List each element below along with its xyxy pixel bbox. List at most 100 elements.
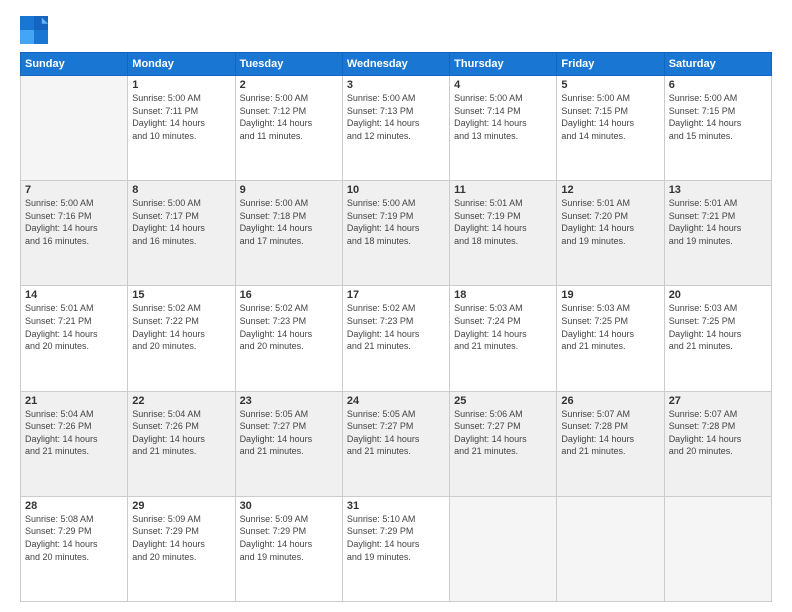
- day-info: Sunrise: 5:06 AMSunset: 7:27 PMDaylight:…: [454, 408, 552, 458]
- day-info: Sunrise: 5:09 AMSunset: 7:29 PMDaylight:…: [240, 513, 338, 563]
- day-number: 15: [132, 289, 230, 301]
- day-info: Sunrise: 5:03 AMSunset: 7:25 PMDaylight:…: [561, 302, 659, 352]
- weekday-sunday: Sunday: [21, 53, 128, 76]
- calendar-cell: 1Sunrise: 5:00 AMSunset: 7:11 PMDaylight…: [128, 76, 235, 181]
- day-number: 13: [669, 184, 767, 196]
- day-info: Sunrise: 5:00 AMSunset: 7:16 PMDaylight:…: [25, 197, 123, 247]
- day-number: 3: [347, 79, 445, 91]
- day-info: Sunrise: 5:01 AMSunset: 7:20 PMDaylight:…: [561, 197, 659, 247]
- week-row-0: 1Sunrise: 5:00 AMSunset: 7:11 PMDaylight…: [21, 76, 772, 181]
- day-number: 20: [669, 289, 767, 301]
- calendar-cell: 13Sunrise: 5:01 AMSunset: 7:21 PMDayligh…: [664, 181, 771, 286]
- week-row-4: 28Sunrise: 5:08 AMSunset: 7:29 PMDayligh…: [21, 496, 772, 601]
- calendar-cell: [664, 496, 771, 601]
- day-info: Sunrise: 5:07 AMSunset: 7:28 PMDaylight:…: [669, 408, 767, 458]
- weekday-header-row: SundayMondayTuesdayWednesdayThursdayFrid…: [21, 53, 772, 76]
- day-info: Sunrise: 5:05 AMSunset: 7:27 PMDaylight:…: [240, 408, 338, 458]
- calendar-cell: 30Sunrise: 5:09 AMSunset: 7:29 PMDayligh…: [235, 496, 342, 601]
- calendar-cell: 24Sunrise: 5:05 AMSunset: 7:27 PMDayligh…: [342, 391, 449, 496]
- day-info: Sunrise: 5:02 AMSunset: 7:23 PMDaylight:…: [240, 302, 338, 352]
- logo: [20, 16, 52, 44]
- calendar-cell: 11Sunrise: 5:01 AMSunset: 7:19 PMDayligh…: [450, 181, 557, 286]
- calendar-cell: 4Sunrise: 5:00 AMSunset: 7:14 PMDaylight…: [450, 76, 557, 181]
- calendar-cell: 26Sunrise: 5:07 AMSunset: 7:28 PMDayligh…: [557, 391, 664, 496]
- day-number: 2: [240, 79, 338, 91]
- calendar-cell: 7Sunrise: 5:00 AMSunset: 7:16 PMDaylight…: [21, 181, 128, 286]
- calendar-cell: 31Sunrise: 5:10 AMSunset: 7:29 PMDayligh…: [342, 496, 449, 601]
- calendar-cell: 3Sunrise: 5:00 AMSunset: 7:13 PMDaylight…: [342, 76, 449, 181]
- weekday-thursday: Thursday: [450, 53, 557, 76]
- day-number: 17: [347, 289, 445, 301]
- day-info: Sunrise: 5:04 AMSunset: 7:26 PMDaylight:…: [25, 408, 123, 458]
- weekday-friday: Friday: [557, 53, 664, 76]
- calendar-cell: 15Sunrise: 5:02 AMSunset: 7:22 PMDayligh…: [128, 286, 235, 391]
- weekday-monday: Monday: [128, 53, 235, 76]
- day-info: Sunrise: 5:02 AMSunset: 7:23 PMDaylight:…: [347, 302, 445, 352]
- day-info: Sunrise: 5:01 AMSunset: 7:21 PMDaylight:…: [25, 302, 123, 352]
- day-number: 26: [561, 395, 659, 407]
- day-info: Sunrise: 5:00 AMSunset: 7:14 PMDaylight:…: [454, 92, 552, 142]
- calendar-cell: 10Sunrise: 5:00 AMSunset: 7:19 PMDayligh…: [342, 181, 449, 286]
- day-info: Sunrise: 5:07 AMSunset: 7:28 PMDaylight:…: [561, 408, 659, 458]
- day-number: 19: [561, 289, 659, 301]
- day-number: 25: [454, 395, 552, 407]
- day-number: 29: [132, 500, 230, 512]
- day-number: 5: [561, 79, 659, 91]
- day-number: 7: [25, 184, 123, 196]
- day-info: Sunrise: 5:01 AMSunset: 7:19 PMDaylight:…: [454, 197, 552, 247]
- day-number: 24: [347, 395, 445, 407]
- day-info: Sunrise: 5:02 AMSunset: 7:22 PMDaylight:…: [132, 302, 230, 352]
- day-info: Sunrise: 5:00 AMSunset: 7:15 PMDaylight:…: [561, 92, 659, 142]
- calendar-cell: 20Sunrise: 5:03 AMSunset: 7:25 PMDayligh…: [664, 286, 771, 391]
- day-info: Sunrise: 5:00 AMSunset: 7:18 PMDaylight:…: [240, 197, 338, 247]
- day-number: 9: [240, 184, 338, 196]
- calendar-cell: 2Sunrise: 5:00 AMSunset: 7:12 PMDaylight…: [235, 76, 342, 181]
- day-number: 12: [561, 184, 659, 196]
- week-row-3: 21Sunrise: 5:04 AMSunset: 7:26 PMDayligh…: [21, 391, 772, 496]
- day-number: 21: [25, 395, 123, 407]
- day-info: Sunrise: 5:00 AMSunset: 7:17 PMDaylight:…: [132, 197, 230, 247]
- day-number: 8: [132, 184, 230, 196]
- calendar-cell: 6Sunrise: 5:00 AMSunset: 7:15 PMDaylight…: [664, 76, 771, 181]
- day-info: Sunrise: 5:03 AMSunset: 7:25 PMDaylight:…: [669, 302, 767, 352]
- day-number: 23: [240, 395, 338, 407]
- calendar-cell: 21Sunrise: 5:04 AMSunset: 7:26 PMDayligh…: [21, 391, 128, 496]
- calendar-cell: 16Sunrise: 5:02 AMSunset: 7:23 PMDayligh…: [235, 286, 342, 391]
- day-info: Sunrise: 5:05 AMSunset: 7:27 PMDaylight:…: [347, 408, 445, 458]
- day-info: Sunrise: 5:00 AMSunset: 7:12 PMDaylight:…: [240, 92, 338, 142]
- day-number: 30: [240, 500, 338, 512]
- day-info: Sunrise: 5:00 AMSunset: 7:19 PMDaylight:…: [347, 197, 445, 247]
- logo-icon: [20, 16, 48, 44]
- calendar-cell: 27Sunrise: 5:07 AMSunset: 7:28 PMDayligh…: [664, 391, 771, 496]
- day-number: 16: [240, 289, 338, 301]
- weekday-wednesday: Wednesday: [342, 53, 449, 76]
- day-number: 18: [454, 289, 552, 301]
- calendar-cell: 18Sunrise: 5:03 AMSunset: 7:24 PMDayligh…: [450, 286, 557, 391]
- day-info: Sunrise: 5:03 AMSunset: 7:24 PMDaylight:…: [454, 302, 552, 352]
- day-info: Sunrise: 5:00 AMSunset: 7:15 PMDaylight:…: [669, 92, 767, 142]
- day-number: 31: [347, 500, 445, 512]
- day-number: 10: [347, 184, 445, 196]
- day-number: 28: [25, 500, 123, 512]
- calendar-table: SundayMondayTuesdayWednesdayThursdayFrid…: [20, 52, 772, 602]
- day-info: Sunrise: 5:04 AMSunset: 7:26 PMDaylight:…: [132, 408, 230, 458]
- week-row-2: 14Sunrise: 5:01 AMSunset: 7:21 PMDayligh…: [21, 286, 772, 391]
- day-info: Sunrise: 5:01 AMSunset: 7:21 PMDaylight:…: [669, 197, 767, 247]
- calendar-cell: 8Sunrise: 5:00 AMSunset: 7:17 PMDaylight…: [128, 181, 235, 286]
- calendar-cell: 5Sunrise: 5:00 AMSunset: 7:15 PMDaylight…: [557, 76, 664, 181]
- calendar-cell: 28Sunrise: 5:08 AMSunset: 7:29 PMDayligh…: [21, 496, 128, 601]
- calendar-cell: [450, 496, 557, 601]
- week-row-1: 7Sunrise: 5:00 AMSunset: 7:16 PMDaylight…: [21, 181, 772, 286]
- day-number: 22: [132, 395, 230, 407]
- calendar-cell: 14Sunrise: 5:01 AMSunset: 7:21 PMDayligh…: [21, 286, 128, 391]
- day-number: 27: [669, 395, 767, 407]
- calendar-cell: 9Sunrise: 5:00 AMSunset: 7:18 PMDaylight…: [235, 181, 342, 286]
- day-info: Sunrise: 5:10 AMSunset: 7:29 PMDaylight:…: [347, 513, 445, 563]
- day-number: 14: [25, 289, 123, 301]
- calendar-cell: 22Sunrise: 5:04 AMSunset: 7:26 PMDayligh…: [128, 391, 235, 496]
- calendar-cell: [557, 496, 664, 601]
- calendar-cell: 25Sunrise: 5:06 AMSunset: 7:27 PMDayligh…: [450, 391, 557, 496]
- day-number: 11: [454, 184, 552, 196]
- page: SundayMondayTuesdayWednesdayThursdayFrid…: [0, 0, 792, 612]
- header: [20, 16, 772, 44]
